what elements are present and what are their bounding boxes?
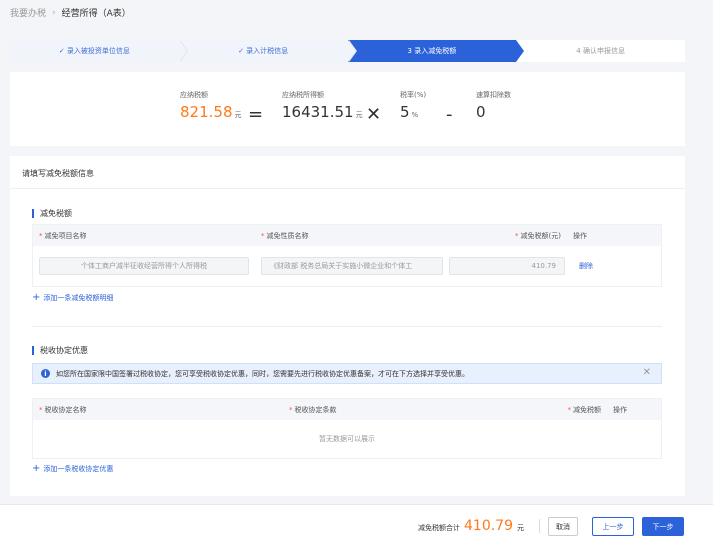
tax-rate-unit: %: [411, 111, 419, 119]
add-agreement-label: 添加一条税收协定优惠: [43, 465, 114, 473]
step-2[interactable]: ✓ 录入计税信息: [178, 40, 357, 62]
relief-total: 减免税额合计 410.79 元: [418, 518, 524, 534]
panel-title: 请填写减免税额信息: [22, 169, 94, 178]
cancel-button[interactable]: 取消: [548, 517, 578, 536]
close-icon[interactable]: ✕: [643, 367, 651, 378]
total-unit: 元: [517, 524, 524, 532]
col-item-name: * 减免项目名称: [39, 231, 87, 240]
plus-icon: +: [32, 463, 41, 474]
tax-rate-block: 税率(%) 5%: [400, 90, 426, 121]
add-agreement-link[interactable]: + 添加一条税收协定优惠: [32, 464, 113, 474]
info-icon: i: [41, 369, 50, 378]
agreement-section-title: 税收协定优惠: [32, 345, 88, 356]
total-label: 减免税额合计: [418, 524, 460, 532]
equals-sign: =: [248, 104, 264, 125]
deduction-block: 速算扣除数 0: [476, 90, 511, 121]
tax-rate-label: 税率(%): [400, 91, 427, 99]
step-1[interactable]: ✓ 录入被投资单位信息: [10, 40, 188, 62]
add-relief-label: 添加一条减免税额明细: [43, 294, 114, 302]
footer-bar: 减免税额合计 410.79 元 取消 上一步 下一步: [0, 504, 713, 547]
minus-sign: -: [446, 104, 453, 125]
breadcrumb-separator: ›: [52, 7, 56, 18]
relief-item-select[interactable]: 个体工商户减半征收经营所得个人所得税: [39, 257, 249, 275]
col-nature-name: * 减免性质名称: [261, 231, 309, 240]
breadcrumb-current: 经营所得（A表）: [61, 9, 131, 19]
section-accent-bar: [32, 346, 34, 355]
taxable-income-block: 应纳税所得额 16431.51 元: [282, 90, 363, 121]
tax-due-label: 应纳税额: [180, 91, 208, 99]
section-accent-bar: [32, 209, 34, 218]
relief-section-title: 减免税额: [32, 208, 72, 219]
taxable-income-label: 应纳税所得额: [282, 91, 324, 99]
delete-row-link[interactable]: 删除: [579, 262, 593, 270]
step-progress-bar: ✓ 录入被投资单位信息 ✓ 录入计税信息 3 录入减免税额 4 确认申报信息: [10, 40, 685, 62]
step-1-label: ✓ 录入被投资单位信息: [58, 47, 130, 55]
add-relief-detail-link[interactable]: + 添加一条减免税额明细: [32, 293, 113, 303]
col-agreement-amount: * 减免税额: [567, 405, 602, 414]
footer-divider: [539, 519, 540, 533]
taxable-income-value: 16431.51: [282, 103, 354, 121]
col-action: 操作: [573, 231, 587, 240]
relief-info-panel: 请填写减免税额信息 减免税额 * 减免项目名称 * 减免性质名称 * 减免税额(元) …: [10, 156, 685, 496]
plus-icon: +: [32, 292, 41, 303]
agreement-table-header: * 税收协定名称 * 税收协定条款 * 减免税额 操作: [33, 399, 661, 420]
empty-state: 暂无数据可以展示: [319, 435, 375, 443]
tax-due-unit: 元: [234, 111, 242, 119]
multiply-sign: ✕: [366, 104, 382, 125]
col-agreement-action: 操作: [613, 405, 627, 414]
next-step-button[interactable]: 下一步: [642, 517, 684, 536]
deduction-label: 速算扣除数: [476, 91, 511, 99]
col-agreement-name: * 税收协定名称: [39, 405, 87, 414]
prev-step-button[interactable]: 上一步: [592, 517, 634, 536]
relief-nature-select[interactable]: 《财政部 税务总局关于实施小微企业和个体工: [261, 257, 443, 275]
relief-amount-input[interactable]: 410.79: [449, 257, 565, 275]
total-value: 410.79: [464, 518, 513, 534]
taxable-income-unit: 元: [355, 111, 363, 119]
panel-divider: [10, 188, 685, 189]
breadcrumb: 我要办税 › 经营所得（A表）: [10, 6, 131, 20]
step-2-label: ✓ 录入计税信息: [238, 47, 289, 55]
relief-table: * 减免项目名称 * 减免性质名称 * 减免税额(元) 操作 个体工商户减半征收经营所…: [32, 224, 662, 287]
section-divider: [32, 326, 662, 327]
tax-formula-card: 应纳税额 821.58 元 = 应纳税所得额 16431.51 元 ✕ 税率(%) …: [10, 72, 685, 146]
step-4: 4 确认申报信息: [516, 40, 685, 62]
step-4-label: 4 确认申报信息: [576, 47, 625, 55]
agreement-table: * 税收协定名称 * 税收协定条款 * 减免税额 操作 暂无数据可以展示: [32, 398, 662, 459]
tax-rate-value: 5: [400, 103, 410, 121]
step-3: 3 录入减免税额: [347, 40, 525, 62]
agreement-section-label: 税收协定优惠: [40, 346, 88, 355]
breadcrumb-root-link[interactable]: 我要办税: [10, 6, 46, 19]
relief-table-header: * 减免项目名称 * 减免性质名称 * 减免税额(元) 操作: [33, 225, 661, 246]
alert-text: 如您所在国家限中国签署过税收协定，您可享受税收协定优惠，同时，您需要先进行税收协…: [56, 369, 469, 378]
relief-section-label: 减免税额: [40, 209, 72, 218]
tax-due-block: 应纳税额 821.58 元: [180, 90, 242, 121]
deduction-value: 0: [476, 103, 486, 121]
agreement-info-alert: i 如您所在国家限中国签署过税收协定，您可享受税收协定优惠，同时，您需要先进行税…: [32, 363, 662, 384]
step-3-label: 3 录入减免税额: [407, 47, 457, 55]
table-row: 个体工商户减半征收经营所得个人所得税 《财政部 税务总局关于实施小微企业和个体工…: [33, 246, 661, 286]
col-amount: * 减免税额(元): [515, 231, 561, 240]
tax-due-value: 821.58: [180, 103, 233, 121]
col-agreement-clause: * 税收协定条款: [289, 405, 337, 414]
